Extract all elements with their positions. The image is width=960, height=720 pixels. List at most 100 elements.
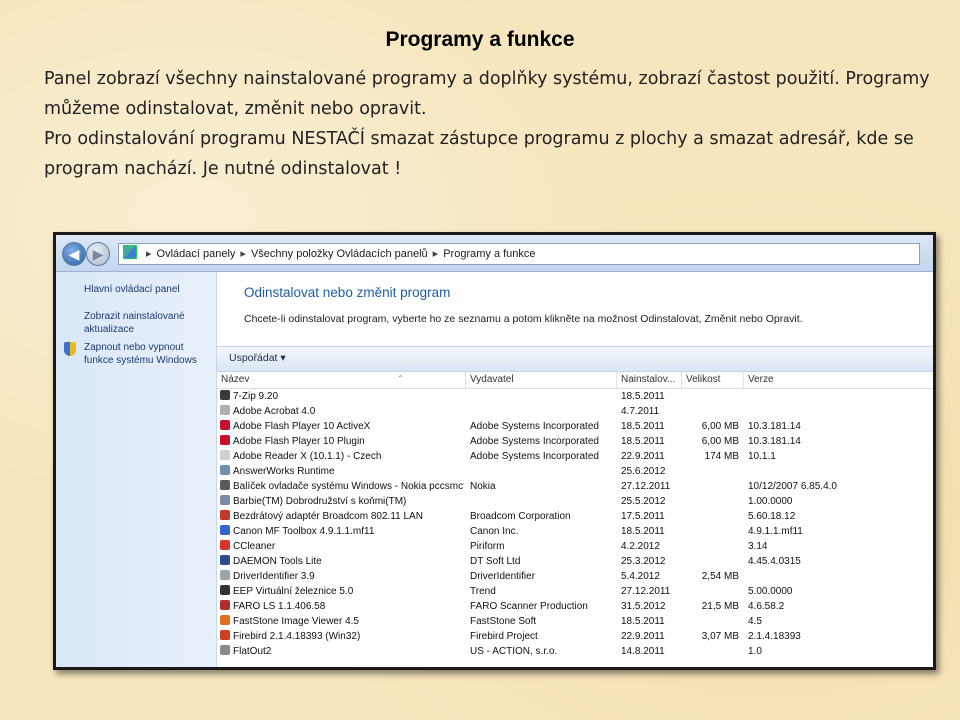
program-publisher: Adobe Systems Incorporated (470, 451, 599, 462)
forward-button[interactable]: ▶ (86, 242, 110, 266)
program-icon (220, 480, 230, 490)
program-size: 2,54 MB (701, 571, 739, 582)
breadcrumb-programs[interactable]: Programy a funkce (443, 248, 535, 260)
program-version: 1.0 (748, 646, 762, 657)
program-name: Adobe Acrobat 4.0 (220, 404, 464, 419)
program-installed-date: 22.9.2011 (621, 451, 665, 462)
column-header-name[interactable]: Název ⌃ (217, 371, 466, 388)
table-row[interactable]: Adobe Acrobat 4.0 4.7.2011 (217, 404, 933, 419)
back-button[interactable]: ◀ (62, 242, 86, 266)
program-publisher: FastStone Soft (470, 616, 537, 627)
program-name: Barbie(TM) Dobrodružství s koňmi(TM) (220, 494, 464, 509)
program-version: 10/12/2007 6.85.4.0 (748, 481, 837, 492)
program-publisher: Nokia (470, 481, 496, 492)
table-row[interactable]: 7-Zip 9.20 18.5.2011 (217, 389, 933, 404)
column-header-size[interactable]: Velikost (682, 371, 744, 388)
program-installed-date: 18.5.2011 (621, 616, 665, 627)
shield-icon (64, 342, 76, 356)
program-icon (220, 450, 230, 460)
table-row[interactable]: DriverIdentifier 3.9 DriverIdentifier 5.4.… (217, 569, 933, 584)
program-name: Firebird 2.1.4.18393 (Win32) (220, 629, 464, 644)
program-publisher: DriverIdentifier (470, 571, 536, 582)
programs-window-screenshot: ◀ ▶ ▸ Ovládací panely ▸ Všechny položky Ovl… (53, 232, 936, 670)
breadcrumb[interactable]: ▸ Ovládací panely ▸ Všechny položky Ovládac… (118, 243, 920, 265)
page-description: Chcete-li odinstalovat program, vyberte … (244, 313, 803, 325)
table-row[interactable]: DAEMON Tools Lite DT Soft Ltd 25.3.2012 4.4… (217, 554, 933, 569)
table-row[interactable]: Adobe Flash Player 10 Plugin Adobe System… (217, 434, 933, 449)
table-row[interactable]: Adobe Reader X (10.1.1) - Czech Adobe Sys… (217, 449, 933, 464)
program-size: 21,5 MB (701, 601, 739, 612)
program-version: 4.9.1.1.mf11 (748, 526, 803, 537)
program-icon (220, 600, 230, 610)
program-installed-date: 22.9.2011 (621, 631, 665, 642)
column-header-installed[interactable]: Nainstalov... (617, 371, 682, 388)
table-row[interactable]: FARO LS 1.1.406.58 FARO Scanner Productio… (217, 599, 933, 614)
table-row[interactable]: Barbie(TM) Dobrodružství s koňmi(TM) 25.5… (217, 494, 933, 509)
program-publisher: US - ACTION, s.r.o. (470, 646, 558, 657)
table-row[interactable]: Bezdrátový adaptér Broadcom 802.11 LAN Br… (217, 509, 933, 524)
program-version: 4.5 (748, 616, 762, 627)
program-installed-date: 18.5.2011 (621, 391, 665, 402)
table-header: Název ⌃ Vydavatel Nainstalov... Velikost … (217, 371, 933, 389)
table-row[interactable]: CCleaner Piriform 4.2.2012 3.14 (217, 539, 933, 554)
program-installed-date: 18.5.2011 (621, 421, 665, 432)
program-version: 1.00.0000 (748, 496, 793, 507)
sort-up-icon: ⌃ (397, 374, 404, 383)
table-row[interactable]: Canon MF Toolbox 4.9.1.1.mf11 Canon Inc. 1… (217, 524, 933, 539)
table-row[interactable]: Adobe Flash Player 10 ActiveX Adobe Syste… (217, 419, 933, 434)
program-name: DAEMON Tools Lite (220, 554, 464, 569)
table-row[interactable]: Balíček ovladače systému Windows - Nokia… (217, 479, 933, 494)
program-name: Bezdrátový adaptér Broadcom 802.11 LAN (220, 509, 464, 524)
program-name: AnswerWorks Runtime (220, 464, 464, 479)
column-header-version[interactable]: Verze (744, 371, 933, 388)
breadcrumb-control-panel[interactable]: Ovládací panely (157, 248, 236, 260)
table-row[interactable]: EEP Virtuální železnice 5.0 Trend 27.12.20… (217, 584, 933, 599)
sidebar-item-main-panel[interactable]: Hlavní ovládací panel (84, 284, 212, 297)
program-icon (220, 405, 230, 415)
program-version: 2.1.4.18393 (748, 631, 801, 642)
program-installed-date: 27.12.2011 (621, 481, 671, 492)
program-name: Adobe Flash Player 10 Plugin (220, 434, 464, 449)
page-title: Odinstalovat nebo změnit program (244, 285, 451, 300)
program-installed-date: 18.5.2011 (621, 526, 665, 537)
program-version: 4.45.4.0315 (748, 556, 801, 567)
program-name: Balíček ovladače systému Windows - Nokia… (220, 479, 464, 494)
control-panel-icon (123, 245, 137, 259)
slide-text: Panel zobrazí všechny nainstalované prog… (44, 64, 944, 184)
program-icon (220, 435, 230, 445)
table-row[interactable]: Firebird 2.1.4.18393 (Win32) Firebird Pro… (217, 629, 933, 644)
program-publisher: Firebird Project (470, 631, 538, 642)
program-publisher: Adobe Systems Incorporated (470, 436, 599, 447)
program-name: Adobe Flash Player 10 ActiveX (220, 419, 464, 434)
program-name: FlatOut2 (220, 644, 464, 659)
table-row[interactable]: FastStone Image Viewer 4.5 FastStone Soft… (217, 614, 933, 629)
program-installed-date: 27.12.2011 (621, 586, 671, 597)
program-installed-date: 25.3.2012 (621, 556, 666, 567)
program-version: 10.3.181.14 (748, 421, 801, 432)
table-row[interactable]: AnswerWorks Runtime 25.6.2012 (217, 464, 933, 479)
program-name: FastStone Image Viewer 4.5 (220, 614, 464, 629)
program-icon (220, 615, 230, 625)
table-row[interactable]: FlatOut2 US - ACTION, s.r.o. 14.8.2011 1.0 (217, 644, 933, 659)
program-icon (220, 540, 230, 550)
program-installed-date: 5.4.2012 (621, 571, 660, 582)
organize-button[interactable]: Uspořádat ▾ (229, 352, 286, 364)
program-icon (220, 555, 230, 565)
main-pane: Odinstalovat nebo změnit program Chcete-… (217, 272, 933, 667)
program-publisher: Piriform (470, 541, 505, 552)
program-name: 7-Zip 9.20 (220, 389, 464, 404)
sidebar-item-windows-features[interactable]: Zapnout nebo vypnout funkce systému Wind… (84, 342, 212, 367)
breadcrumb-all-items[interactable]: Všechny položky Ovládacích panelů (251, 248, 428, 260)
column-header-publisher[interactable]: Vydavatel (466, 371, 617, 388)
program-icon (220, 510, 230, 520)
sidebar-item-installed-updates[interactable]: Zobrazit nainstalované aktualizace (84, 311, 212, 336)
program-size: 3,07 MB (701, 631, 739, 642)
program-name: EEP Virtuální železnice 5.0 (220, 584, 464, 599)
program-icon (220, 390, 230, 400)
program-name: FARO LS 1.1.406.58 (220, 599, 464, 614)
program-publisher: Broadcom Corporation (470, 511, 571, 522)
program-icon (220, 525, 230, 535)
program-version: 5.60.18.12 (748, 511, 796, 522)
slide-paragraph-2: Pro odinstalování programu NESTAČÍ smaza… (44, 129, 914, 179)
slide-paragraph-1: Panel zobrazí všechny nainstalované prog… (44, 69, 930, 119)
